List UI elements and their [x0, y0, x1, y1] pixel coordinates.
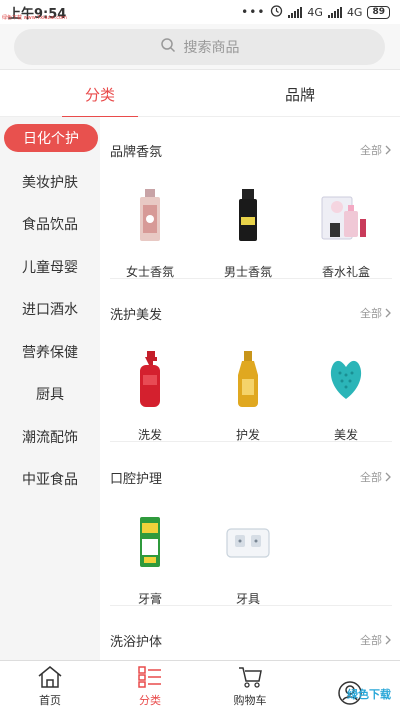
section-title: 洗护美发 — [110, 307, 163, 323]
watermark-top: 绿色下载 www.7xiazai.com — [2, 15, 67, 21]
product-dental-tools[interactable]: 牙具 — [200, 508, 296, 618]
chevron-right-icon — [385, 472, 391, 482]
product-shampoo[interactable]: 洗发 — [102, 344, 198, 454]
all-label: 全部 — [360, 634, 382, 647]
product-toothpaste[interactable]: 牙膏 — [102, 508, 198, 618]
sidebar-item-food[interactable]: 食品饮品 — [0, 203, 100, 245]
sidebar-item-wine[interactable]: 进口酒水 — [0, 288, 100, 330]
sidebar-item-accessories[interactable]: 潮流配饰 — [0, 416, 100, 458]
search-placeholder: 搜索商品 — [183, 40, 240, 56]
nav-home[interactable]: 首页 — [0, 661, 100, 711]
nav-home-label: 首页 — [39, 694, 61, 707]
section-divider — [110, 605, 392, 606]
product-perfume-gift[interactable]: 香水礼盒 — [298, 181, 394, 291]
tab-brand-label: 品牌 — [284, 85, 315, 104]
section-header: 洗护美发 全部 — [110, 298, 392, 328]
cart-icon — [236, 663, 264, 691]
chevron-right-icon — [385, 308, 391, 318]
status-icons: ••• 4G 4G 89 — [241, 4, 390, 20]
watermark-logo: 绿色下载 — [347, 688, 391, 701]
section-title: 品牌香氛 — [110, 144, 163, 160]
perfume-gift-image — [316, 181, 376, 251]
battery-icon: 89 — [367, 5, 390, 19]
section-all-link[interactable]: 全部 — [360, 469, 392, 485]
category-sidebar: 日化个护 美妆护肤 食品饮品 儿童母婴 进口酒水 营养保健 厨具 潮流配饰 中亚… — [0, 117, 100, 660]
section-title: 口腔护理 — [110, 471, 163, 487]
tab-brand[interactable]: 品牌 — [200, 71, 400, 117]
category-content: 品牌香氛 全部 女士香氛 男士香氛 香水礼盒 洗护美发 全部 洗发 护发 美发 … — [100, 117, 400, 660]
section-title: 洗浴护体 — [110, 634, 163, 650]
dental-tools-image — [218, 508, 278, 578]
category-icon — [136, 663, 164, 691]
chevron-right-icon — [385, 635, 391, 645]
nav-category[interactable]: 分类 — [100, 661, 200, 711]
conditioner-image — [218, 344, 278, 414]
nav-cart-label: 购物车 — [233, 694, 267, 707]
nav-category-label: 分类 — [139, 694, 161, 707]
men-fragrance-image — [218, 181, 278, 251]
product-men-fragrance[interactable]: 男士香氛 — [200, 181, 296, 291]
all-label: 全部 — [360, 307, 382, 320]
sidebar-item-daily-care[interactable]: 日化个护 — [4, 124, 98, 152]
section-all-link[interactable]: 全部 — [360, 142, 392, 158]
home-icon — [36, 663, 64, 691]
section-header: 品牌香氛 全部 — [110, 135, 392, 165]
toothpaste-image — [120, 508, 180, 578]
section-header: 洗浴护体 全部 — [110, 625, 392, 655]
all-label: 全部 — [360, 144, 382, 157]
signal-icon-2 — [327, 6, 342, 18]
section-divider — [110, 278, 392, 279]
sidebar-item-kitchen[interactable]: 厨具 — [0, 373, 100, 415]
nav-cart[interactable]: 购物车 — [200, 661, 300, 711]
section-header: 口腔护理 全部 — [110, 462, 392, 492]
chevron-right-icon — [385, 145, 391, 155]
product-women-fragrance[interactable]: 女士香氛 — [102, 181, 198, 291]
tab-category-label: 分类 — [84, 85, 115, 104]
notification-dots: ••• — [241, 5, 266, 19]
sidebar-item-beauty[interactable]: 美妆护肤 — [0, 161, 100, 203]
tab-category[interactable]: 分类 — [0, 71, 200, 118]
product-hair-styling[interactable]: 美发 — [298, 344, 394, 454]
hair-brush-image — [316, 344, 376, 414]
sidebar-item-asia-food[interactable]: 中亚食品 — [0, 458, 100, 500]
all-label: 全部 — [360, 471, 382, 484]
network-label-2: 4G — [346, 5, 363, 19]
shampoo-image — [120, 344, 180, 414]
section-divider — [110, 441, 392, 442]
product-conditioner[interactable]: 护发 — [200, 344, 296, 454]
section-all-link[interactable]: 全部 — [360, 305, 392, 321]
sidebar-item-baby[interactable]: 儿童母婴 — [0, 246, 100, 288]
alarm-icon — [270, 4, 283, 20]
search-bar: 搜索商品 — [0, 24, 400, 70]
search-icon — [160, 37, 176, 57]
section-all-link[interactable]: 全部 — [360, 632, 392, 648]
women-fragrance-image — [120, 181, 180, 251]
signal-icon — [288, 6, 303, 18]
search-input[interactable]: 搜索商品 — [14, 29, 385, 65]
top-tabs: 分类 品牌 — [0, 71, 400, 118]
network-label-1: 4G — [307, 5, 323, 19]
sidebar-item-health[interactable]: 营养保健 — [0, 331, 100, 373]
